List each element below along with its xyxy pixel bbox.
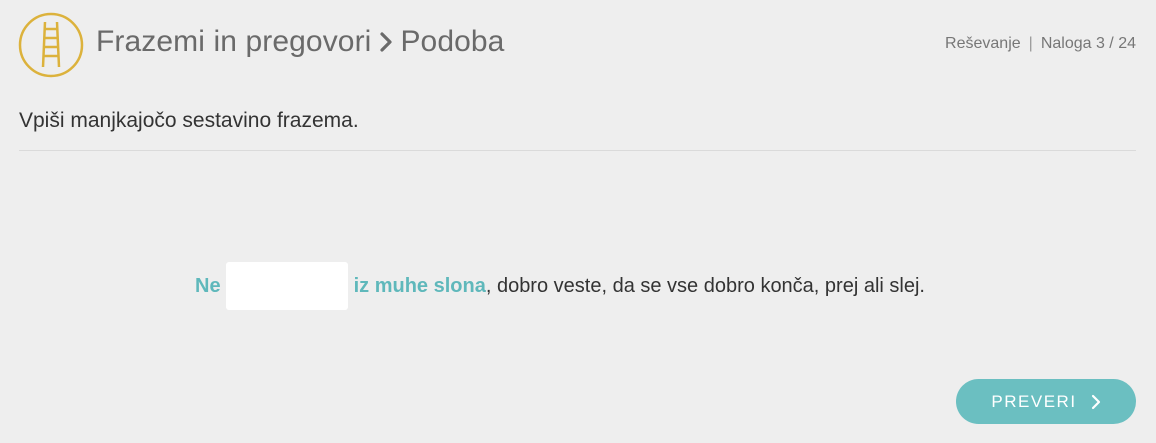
status-separator: | (1028, 35, 1033, 52)
phrase-before: Ne (195, 274, 221, 297)
check-button-label: PREVERI (991, 391, 1077, 411)
title-sub: Podoba (400, 25, 505, 58)
task-counter: Naloga 3 / 24 (1040, 35, 1136, 52)
answer-input[interactable] (225, 262, 348, 310)
task-instruction: Vpiši manjkajočo sestavino frazema. (19, 109, 359, 132)
task-sentence: Ne iz muhe slona, dobro veste, da se vse… (195, 262, 925, 310)
chevron-right-icon (1091, 394, 1100, 409)
divider (19, 150, 1136, 151)
header: Frazemi in pregovori Podoba Reševanje | Nal… (18, 12, 1136, 78)
page-title: Frazemi in pregovori Podoba (96, 25, 504, 59)
title-main: Frazemi in pregovori (96, 25, 372, 58)
sentence-rest: , dobro veste, da se vse dobro konča, pr… (485, 274, 925, 297)
check-button[interactable]: PREVERI (956, 379, 1136, 424)
phrase-after: iz muhe slona (353, 274, 486, 297)
ladder-icon (18, 12, 84, 78)
chevron-right-icon (380, 32, 393, 52)
task-status: Reševanje | Naloga 3 / 24 (945, 35, 1136, 53)
mode-label: Reševanje (945, 35, 1021, 52)
